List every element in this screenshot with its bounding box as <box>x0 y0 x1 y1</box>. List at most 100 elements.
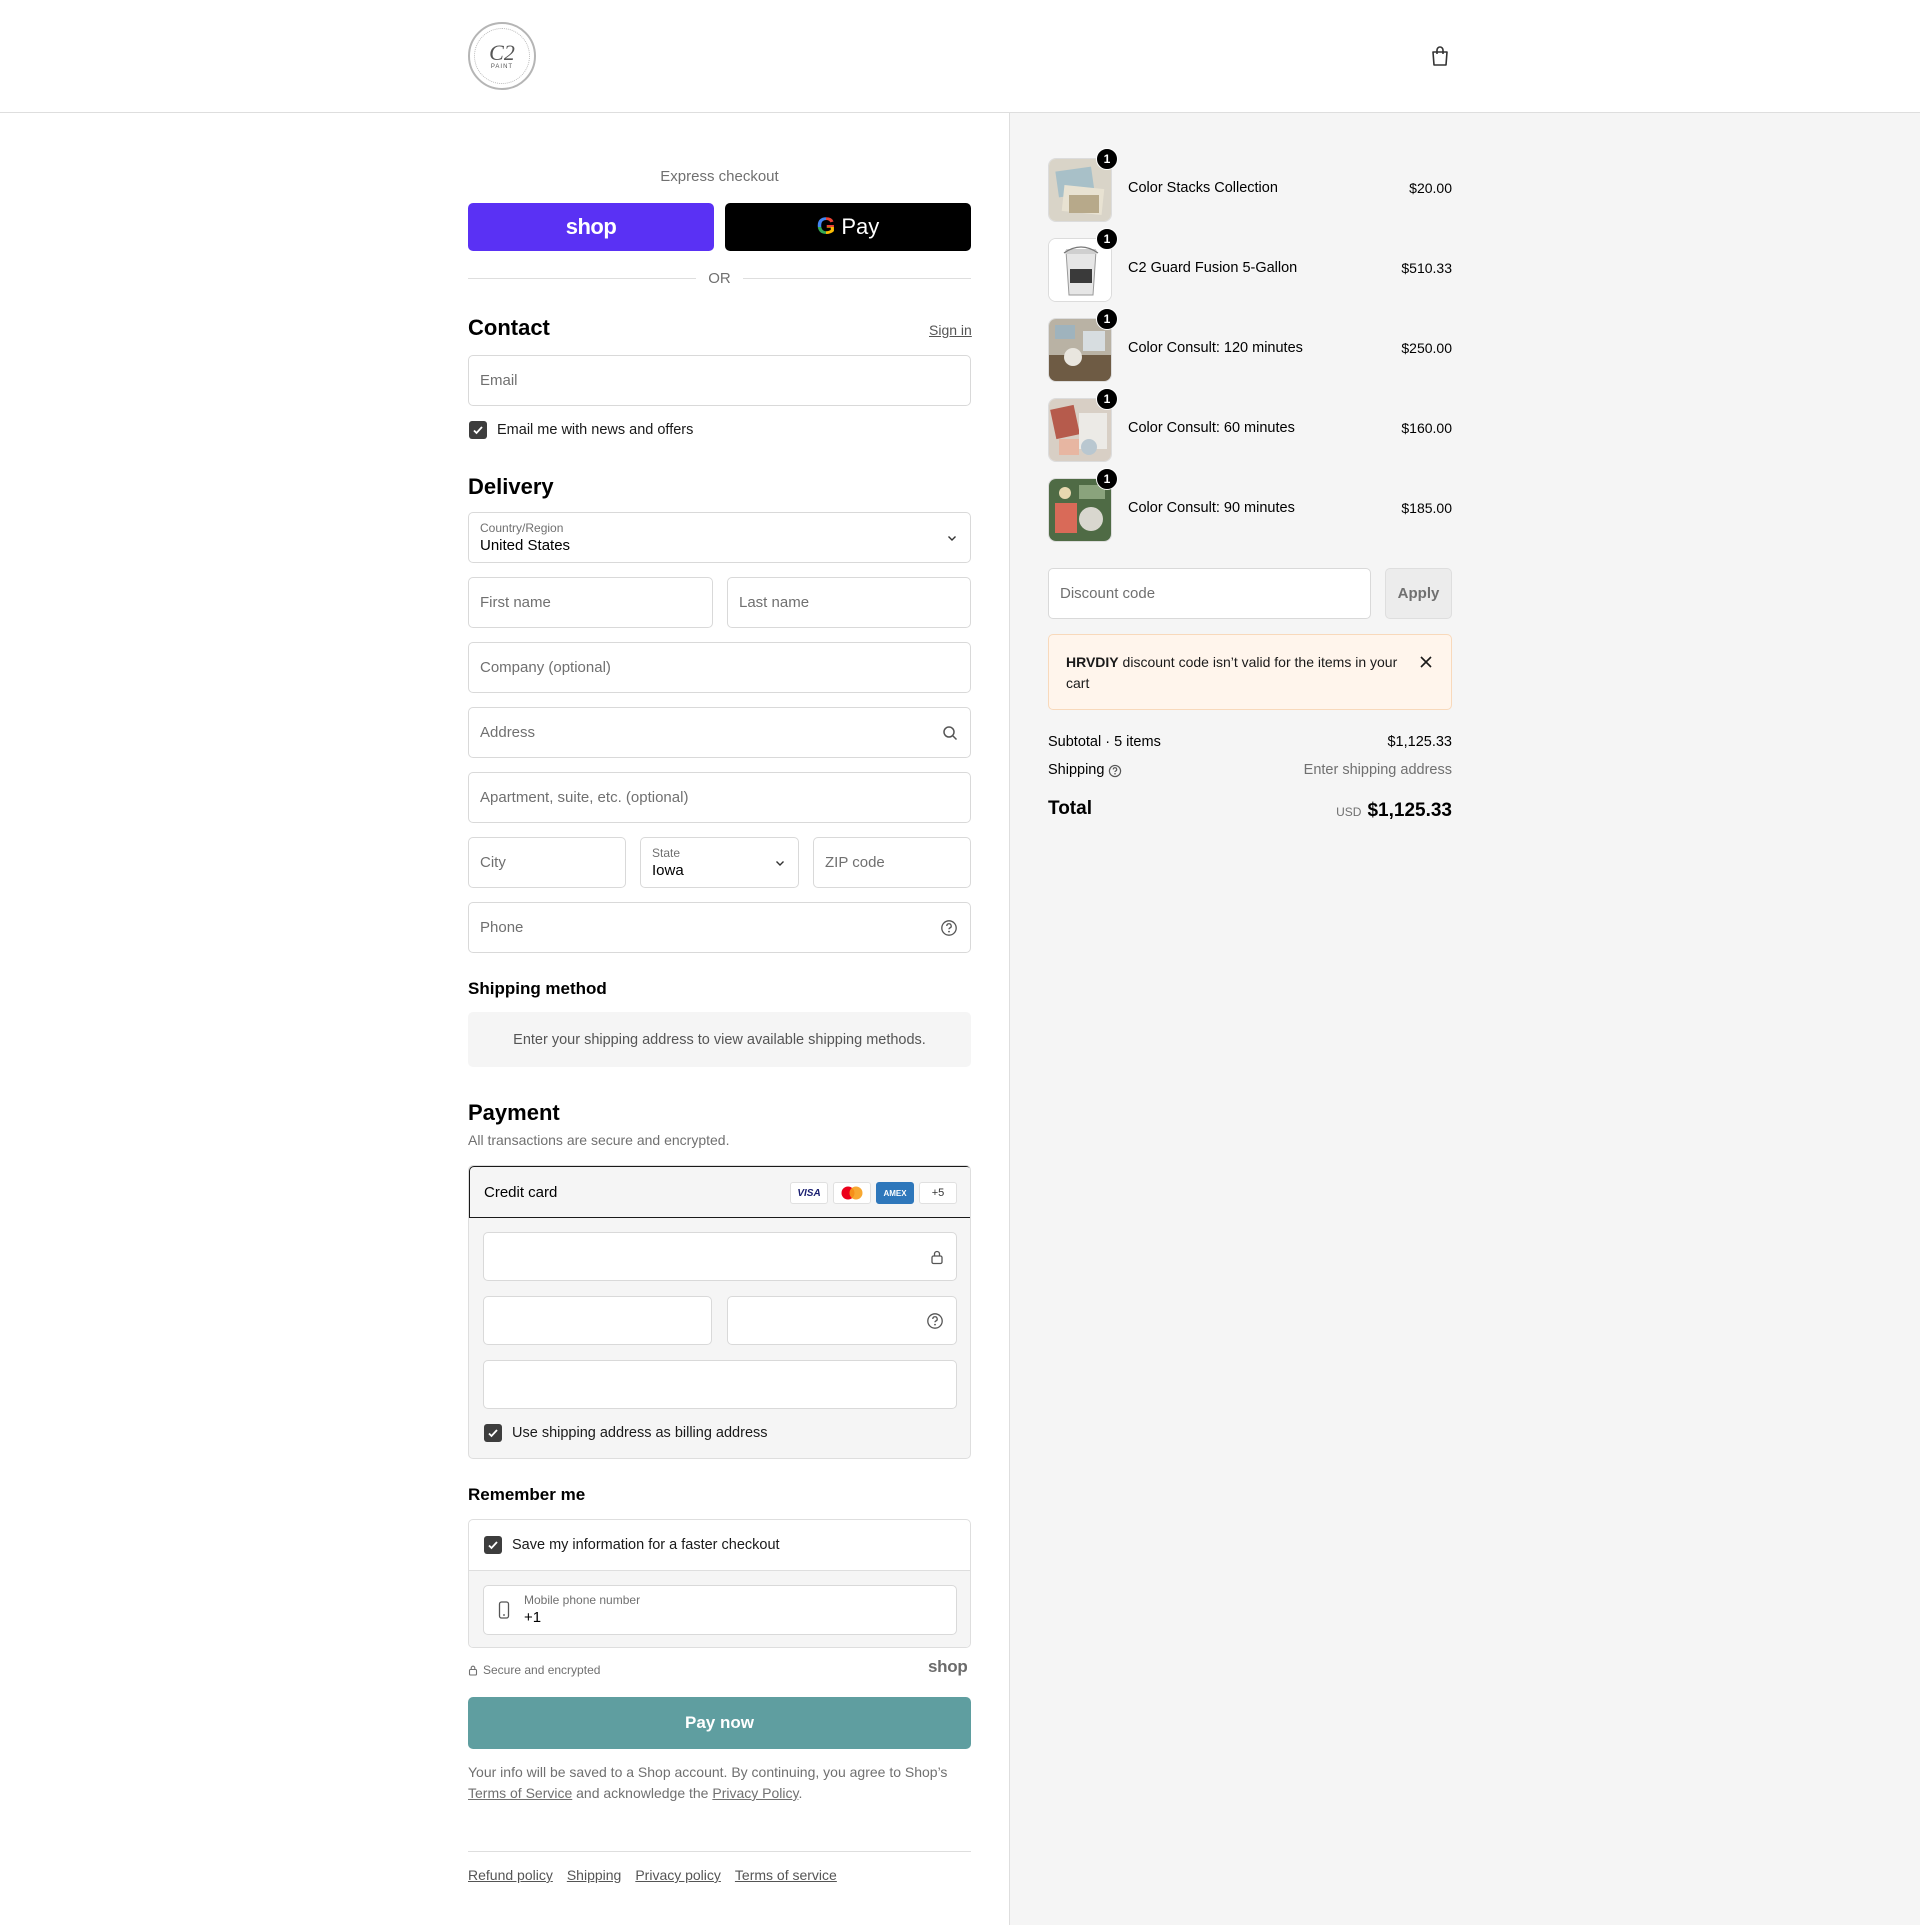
privacy-policy-footer-link[interactable]: Privacy policy <box>635 1867 721 1883</box>
divider-line <box>742 277 971 279</box>
privacy-policy-link[interactable]: Privacy Policy <box>712 1785 798 1801</box>
cart-item: 1 Color Consult: 120 minutes $250.00 <box>1048 308 1452 382</box>
lock-icon <box>468 1665 478 1676</box>
email-placeholder: Email <box>480 372 518 389</box>
news-checkbox[interactable] <box>469 421 487 439</box>
country-value: United States <box>480 536 571 554</box>
shipping-method-title: Shipping method <box>468 979 607 998</box>
terms-of-service-footer-link[interactable]: Terms of service <box>735 1867 837 1883</box>
discount-error-alert: HRVDIY discount code isn’t valid for the… <box>1048 634 1452 710</box>
help-circle-icon[interactable] <box>940 919 958 937</box>
quantity-badge: 1 <box>1096 468 1118 490</box>
shopping-bag-icon[interactable] <box>1430 45 1450 67</box>
company-field[interactable]: Company (optional) <box>468 642 971 693</box>
shipping-method-note-text: Enter your shipping address to view avai… <box>513 1031 926 1048</box>
shipping-label: Shipping <box>1048 762 1105 778</box>
pay-now-button[interactable]: Pay now <box>468 1697 971 1749</box>
security-code-field[interactable] <box>727 1296 957 1345</box>
total-value: $1,125.33 <box>1367 800 1452 821</box>
checkmark-icon <box>473 426 483 435</box>
mobile-phone-field[interactable]: Mobile phone number +1 <box>483 1585 957 1635</box>
checkmark-icon <box>488 1429 498 1438</box>
search-icon <box>943 725 958 740</box>
contact-title: Contact <box>468 315 550 340</box>
apply-discount-button[interactable]: Apply <box>1385 568 1452 619</box>
expiry-field[interactable] <box>483 1296 712 1345</box>
sign-in-link[interactable]: Sign in <box>929 322 972 338</box>
total-label: Total <box>1048 798 1092 819</box>
city-placeholder: City <box>480 854 506 871</box>
news-label: Email me with news and offers <box>497 422 694 438</box>
city-field[interactable]: City <box>468 837 626 888</box>
item-name: Color Consult: 90 minutes <box>1128 500 1295 516</box>
last-name-field[interactable]: Last name <box>727 577 971 628</box>
terms-of-service-link[interactable]: Terms of Service <box>468 1785 572 1801</box>
legal-part-1: Your info will be saved to a Shop accoun… <box>468 1764 948 1780</box>
legal-part-2: and acknowledge the <box>572 1785 713 1801</box>
last-name-placeholder: Last name <box>739 594 810 611</box>
mastercard-circles-icon <box>841 1186 863 1200</box>
visa-icon: VISA <box>790 1182 828 1204</box>
shipping-policy-link[interactable]: Shipping <box>567 1867 622 1883</box>
mastercard-icon <box>833 1182 871 1204</box>
help-circle-icon[interactable] <box>1108 764 1122 778</box>
item-price: $250.00 <box>1401 340 1452 356</box>
shop-pay-label: shop <box>565 214 617 239</box>
refund-policy-link[interactable]: Refund policy <box>468 1867 553 1883</box>
discount-code-field[interactable]: Discount code <box>1048 568 1371 619</box>
quantity-badge: 1 <box>1096 148 1118 170</box>
item-price: $185.00 <box>1401 500 1452 516</box>
close-icon[interactable] <box>1419 655 1433 669</box>
mobile-phone-label: Mobile phone number <box>524 1593 641 1607</box>
apartment-field[interactable]: Apartment, suite, etc. (optional) <box>468 772 971 823</box>
secure-encrypted-label: Secure and encrypted <box>483 1663 601 1677</box>
or-label: OR <box>708 269 731 287</box>
alert-code: HRVDIY <box>1066 654 1119 670</box>
shop-pay-button[interactable]: shop <box>468 203 714 251</box>
apartment-placeholder: Apartment, suite, etc. (optional) <box>480 789 689 806</box>
quantity-badge: 1 <box>1096 228 1118 250</box>
help-circle-icon[interactable] <box>926 1312 944 1330</box>
country-select[interactable]: Country/Region United States <box>468 512 971 563</box>
save-info-label: Save my information for a faster checkou… <box>512 1537 780 1553</box>
legal-part-3: . <box>798 1785 803 1801</box>
name-on-card-field[interactable] <box>483 1360 957 1409</box>
pay-now-label: Pay now <box>685 1713 754 1732</box>
item-name: Color Consult: 120 minutes <box>1128 340 1303 356</box>
zip-field[interactable]: ZIP code <box>813 837 971 888</box>
divider-line <box>468 277 697 279</box>
order-summary-panel <box>1009 113 1920 1925</box>
billing-checkbox[interactable] <box>484 1424 502 1442</box>
checkmark-icon <box>488 1541 498 1550</box>
payment-title: Payment <box>468 1100 560 1125</box>
phone-field[interactable]: Phone <box>468 902 971 953</box>
payment-subtitle: All transactions are secure and encrypte… <box>468 1132 730 1148</box>
alert-message: HRVDIY discount code isn’t valid for the… <box>1066 652 1406 694</box>
remember-me-box: Save my information for a faster checkou… <box>468 1519 971 1648</box>
quantity-badge: 1 <box>1096 308 1118 330</box>
credit-card-option[interactable]: Credit card VISA AMEX +5 <box>469 1166 970 1218</box>
email-field[interactable]: Email <box>468 355 971 406</box>
more-cards-badge: +5 <box>919 1182 957 1204</box>
brand-logo[interactable]: C2 PAINT <box>468 22 536 90</box>
first-name-field[interactable]: First name <box>468 577 713 628</box>
address-field[interactable]: Address <box>468 707 971 758</box>
subtotal-label: Subtotal · 5 items <box>1048 734 1161 750</box>
card-number-field[interactable] <box>483 1232 957 1281</box>
save-info-checkbox[interactable] <box>484 1536 502 1554</box>
subtotal-row: Subtotal · 5 items $1,125.33 <box>1048 734 1452 750</box>
billing-label: Use shipping address as billing address <box>512 1425 768 1441</box>
or-divider: OR <box>468 268 971 288</box>
state-label: State <box>652 845 681 860</box>
amex-icon: AMEX <box>876 1182 914 1204</box>
logo-sub: PAINT <box>490 64 514 70</box>
delivery-title: Delivery <box>468 474 554 499</box>
phone-placeholder: Phone <box>480 919 524 936</box>
google-pay-button[interactable]: G Pay <box>725 203 971 251</box>
cart-item: 1 C2 Guard Fusion 5-Gallon $510.33 <box>1048 228 1452 302</box>
item-price: $160.00 <box>1401 420 1452 436</box>
company-placeholder: Company (optional) <box>480 659 611 676</box>
state-select[interactable]: State Iowa <box>640 837 799 888</box>
express-checkout-label: Express checkout <box>660 168 779 185</box>
discount-code-placeholder: Discount code <box>1060 585 1156 602</box>
